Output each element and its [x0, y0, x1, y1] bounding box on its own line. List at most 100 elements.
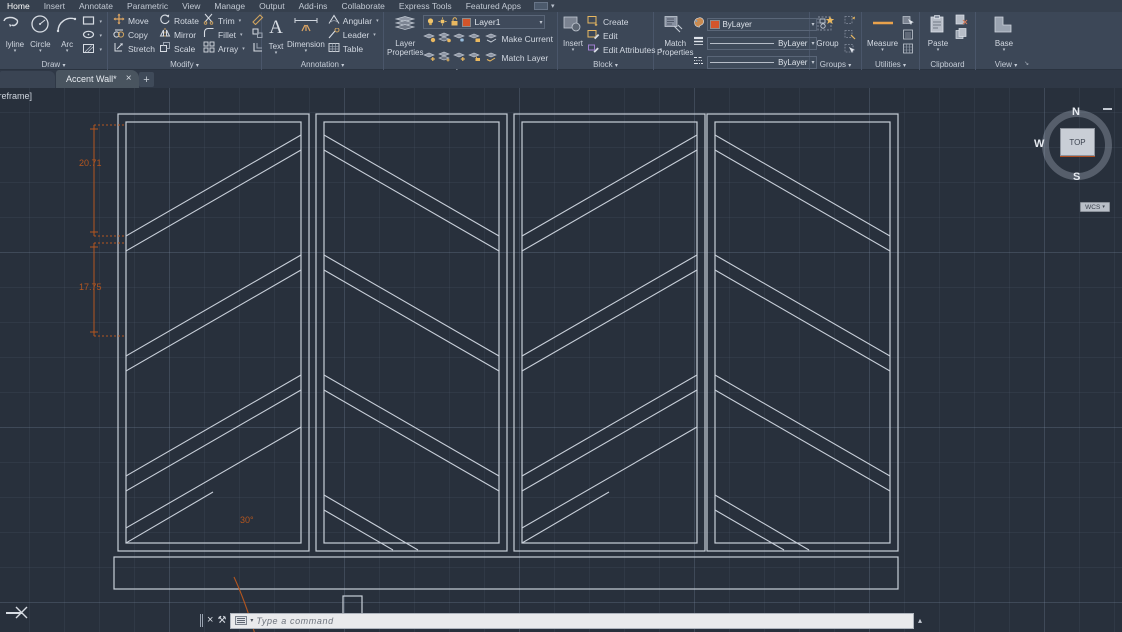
layer-freeze-icon[interactable] [453, 30, 466, 48]
ribbon-tab-insert[interactable]: Insert [37, 0, 72, 12]
unlock-icon[interactable] [450, 13, 459, 31]
group-selection-button[interactable] [842, 43, 858, 57]
ribbon-tab-home[interactable]: Home [0, 0, 37, 12]
measure-button[interactable]: Measure ▾ [865, 14, 900, 53]
chevron-down-icon[interactable]: ▾ [572, 48, 575, 53]
document-tab-accent-wall[interactable]: Accent Wall* × [56, 70, 139, 88]
panel-title-clipboard[interactable]: Clipboard [923, 59, 972, 70]
layer-unlock-icon[interactable] [468, 49, 481, 67]
chevron-down-icon[interactable]: ▾ [376, 18, 379, 24]
ribbon-tab-output[interactable]: Output [252, 0, 292, 12]
chevron-down-icon[interactable]: ▾ [275, 51, 278, 56]
ribbon-tab-collaborate[interactable]: Collaborate [334, 0, 391, 12]
layer-color-swatch[interactable] [462, 18, 471, 27]
customize-icon[interactable]: ⚒ [217, 615, 226, 626]
chevron-down-icon[interactable]: ▾ [99, 33, 102, 39]
view-cube-top-face[interactable]: TOP [1060, 128, 1095, 156]
table-button[interactable]: Table [326, 42, 381, 56]
lightbulb-icon[interactable] [426, 13, 435, 31]
chevron-down-icon[interactable]: ▾ [250, 617, 253, 624]
chevron-down-icon[interactable]: ▾ [39, 49, 42, 54]
ribbon-tab-parametric[interactable]: Parametric [120, 0, 175, 12]
edit-attributes-button[interactable]: Edit Attributes ▾ [585, 43, 664, 57]
chevron-down-icon[interactable]: ▾ [99, 47, 102, 53]
ucs-selector[interactable]: WCS ▾ [1080, 202, 1110, 212]
ribbon-tab-addins[interactable]: Add-ins [292, 0, 335, 12]
stretch-button[interactable]: Stretch [111, 42, 157, 56]
view-dialog-launcher-icon[interactable]: ↘ [1024, 59, 1029, 70]
layer-thaw-icon[interactable] [453, 49, 466, 67]
chevron-down-icon[interactable]: ▾ [1003, 48, 1006, 53]
chevron-down-icon[interactable]: ▾ [14, 49, 17, 54]
copy-clip-button[interactable] [953, 29, 970, 43]
chevron-down-icon[interactable]: ▾ [539, 19, 542, 26]
panel-title-annotation[interactable]: Annotation ▾ [265, 59, 380, 70]
panel-title-groups[interactable]: Groups ▾ [813, 59, 858, 70]
layer-unisolate-icon[interactable] [438, 49, 451, 67]
layer-off-icon[interactable] [423, 30, 436, 48]
chevron-down-icon[interactable]: ▾ [242, 46, 245, 52]
panel-title-utilities[interactable]: Utilities ▾ [865, 59, 916, 70]
ribbon-tab-manage[interactable]: Manage [207, 0, 252, 12]
match-layer-button[interactable]: Match Layer [483, 51, 550, 65]
ribbon-tab-annotate[interactable]: Annotate [72, 0, 120, 12]
dimension-button[interactable]: Dimension ▾ [287, 14, 325, 54]
chevron-down-icon[interactable]: ▾ [239, 18, 242, 24]
chevron-down-icon[interactable]: ▾ [240, 32, 243, 38]
sun-icon[interactable] [438, 13, 447, 31]
chevron-down-icon[interactable]: ▾ [99, 19, 102, 25]
ribbon-display-options-icon[interactable] [534, 2, 548, 10]
chevron-down-icon[interactable]: ▾ [881, 48, 884, 53]
view-cube[interactable]: N S W TOP [1030, 102, 1112, 194]
linewidth-dropdown[interactable]: ByLayer ▾ [707, 37, 817, 50]
compass-north-label[interactable]: N [1072, 106, 1080, 118]
compass-west-label[interactable]: W [1034, 138, 1044, 150]
drawing-canvas[interactable]: 2D Wireframe] [0, 88, 1122, 632]
base-view-button[interactable]: Base ▾ [983, 14, 1025, 53]
compass-south-label[interactable]: S [1073, 171, 1080, 183]
command-line-grip[interactable] [200, 614, 203, 627]
panel-title-block[interactable]: Block ▾ [561, 59, 650, 70]
group-button[interactable]: Group [813, 14, 842, 48]
arc-button[interactable]: Arc ▾ [54, 14, 81, 54]
match-properties-button[interactable]: Match Properties [657, 14, 693, 57]
new-tab-button[interactable]: + [139, 72, 154, 87]
layer-selector-dropdown[interactable]: Layer1 ▾ [423, 15, 545, 29]
chevron-down-icon[interactable]: ▾ [305, 49, 308, 54]
chevron-down-icon[interactable]: ▾ [937, 48, 940, 53]
panel-title-modify[interactable]: Modify ▾ [111, 59, 258, 70]
start-tab[interactable] [0, 71, 55, 88]
layer-isolate-icon[interactable] [438, 30, 451, 48]
layer-on-icon[interactable] [423, 49, 436, 67]
polyline-button[interactable]: lyline ▾ [3, 14, 27, 54]
dimension-text-20-71[interactable]: 20.71 [79, 158, 102, 168]
close-icon[interactable]: × [126, 74, 132, 84]
chevron-down-icon[interactable]: ▾ [373, 32, 376, 38]
dimension-text-30-deg[interactable]: 30° [240, 515, 254, 525]
hatch-button[interactable]: ▾ [80, 43, 104, 57]
ribbon-tab-express-tools[interactable]: Express Tools [392, 0, 459, 12]
panel-title-draw[interactable]: Draw ▾ [3, 59, 104, 70]
command-expand-icon[interactable]: ▴ [918, 616, 922, 625]
command-input[interactable]: ▾ Type a command [230, 613, 914, 629]
command-line[interactable]: × ⚒ ▾ Type a command ▴ [200, 611, 922, 630]
scale-button[interactable]: Scale [157, 42, 201, 56]
close-icon[interactable]: × [207, 615, 213, 626]
chevron-down-icon[interactable]: ▾ [66, 49, 69, 54]
array-button[interactable]: Array ▾ [201, 42, 247, 56]
text-button[interactable]: A Text ▾ [265, 14, 287, 56]
layer-lock-icon[interactable] [468, 30, 481, 48]
navigation-bar-icon[interactable] [1103, 108, 1112, 110]
ribbon-tab-view[interactable]: View [175, 0, 207, 12]
make-current-button[interactable]: Make Current [483, 32, 555, 46]
object-color-dropdown[interactable]: ByLayer ▾ [707, 18, 817, 31]
dimension-text-17-75[interactable]: 17.75 [79, 282, 102, 292]
paste-button[interactable]: Paste ▾ [923, 14, 953, 53]
ribbon-tab-featured-apps[interactable]: Featured Apps [459, 0, 528, 12]
point-style-button[interactable] [900, 43, 916, 57]
insert-block-button[interactable]: Insert ▾ [561, 14, 585, 53]
command-history-icon[interactable] [235, 616, 247, 625]
layer-properties-button[interactable]: Layer Properties [387, 14, 423, 57]
circle-button[interactable]: Circle ▾ [27, 14, 54, 54]
panel-title-view[interactable]: View ▾ ↘ [979, 59, 1033, 70]
